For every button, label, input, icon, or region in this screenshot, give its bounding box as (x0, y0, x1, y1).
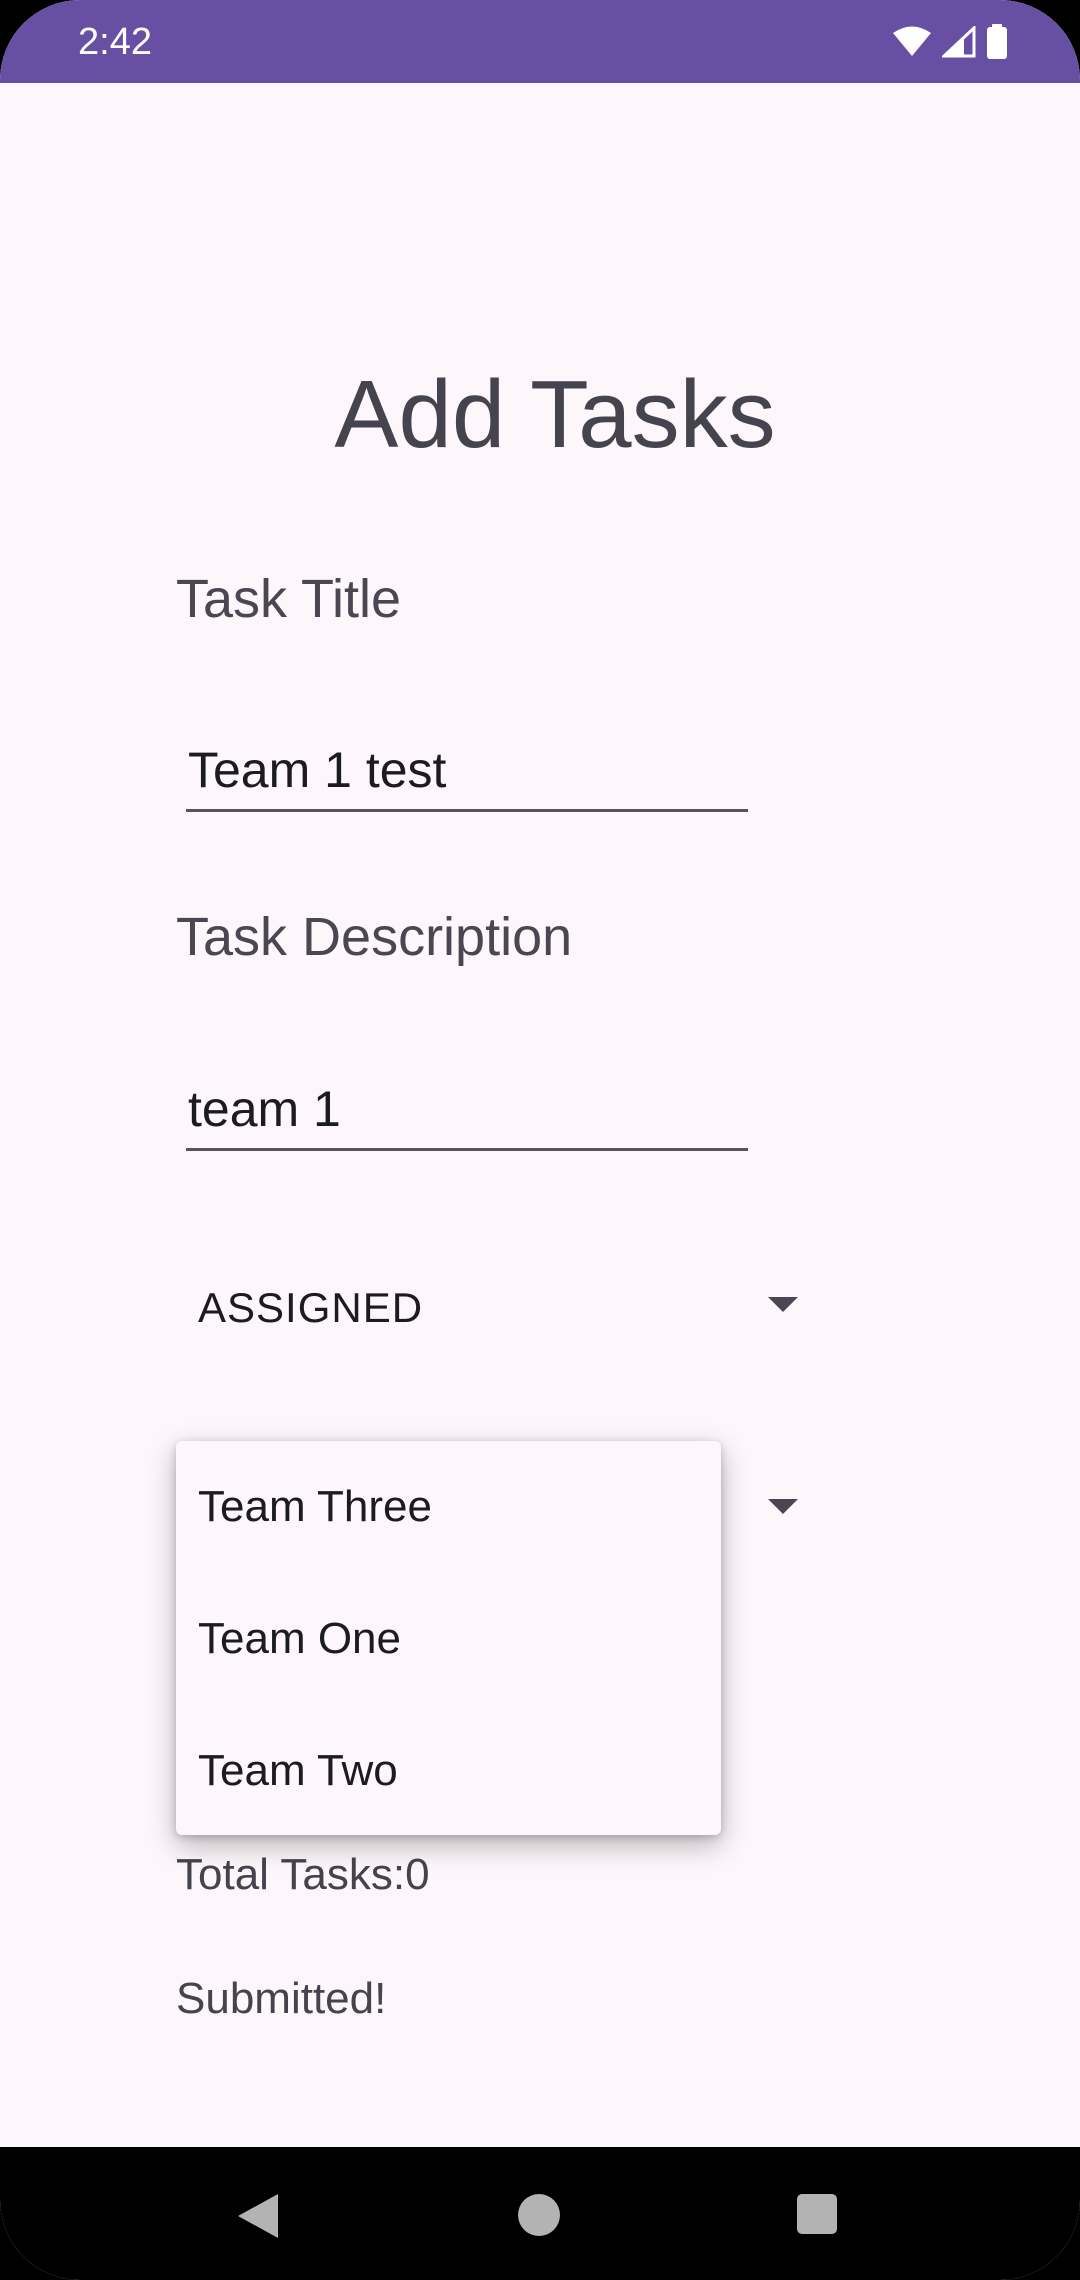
team-dropdown-menu: Team Three Team One Team Two (176, 1441, 721, 1835)
dropdown-option-team-two[interactable]: Team Two (176, 1705, 721, 1837)
submitted-status-text: Submitted! (176, 1974, 387, 2023)
task-description-label: Task Description (176, 907, 573, 967)
battery-icon (986, 24, 1008, 60)
dropdown-option-label: Team Three (198, 1482, 432, 1531)
app-screen: 2:42 Add Tasks Task Title Team 1 test Ta… (0, 0, 1080, 2280)
status-icons (892, 22, 1008, 62)
dropdown-option-label: Team Two (198, 1746, 398, 1795)
task-description-input[interactable] (186, 1070, 748, 1151)
recents-icon[interactable] (797, 2194, 837, 2234)
status-time: 2:42 (78, 21, 152, 63)
wifi-icon (892, 26, 932, 58)
task-title-label: Task Title (176, 569, 402, 629)
dropdown-option-label: Team One (198, 1614, 401, 1663)
cellular-signal-icon (942, 26, 976, 58)
dropdown-option-team-three[interactable]: Team Three (176, 1441, 721, 1573)
task-state-selected: ASSIGNED (198, 1284, 424, 1331)
status-bar: 2:42 (0, 0, 1080, 83)
home-icon[interactable] (518, 2194, 560, 2236)
dropdown-option-team-one[interactable]: Team One (176, 1573, 721, 1705)
page-title: Add Tasks (334, 361, 776, 468)
total-tasks-text: Total Tasks:0 (176, 1850, 430, 1899)
dropdown-arrow-icon (768, 1297, 798, 1312)
dropdown-arrow-icon (768, 1499, 798, 1514)
back-icon[interactable] (238, 2194, 278, 2238)
task-state-spinner[interactable]: ASSIGNED (176, 1253, 816, 1363)
navigation-bar (0, 2147, 1080, 2280)
task-title-input[interactable] (186, 731, 748, 812)
